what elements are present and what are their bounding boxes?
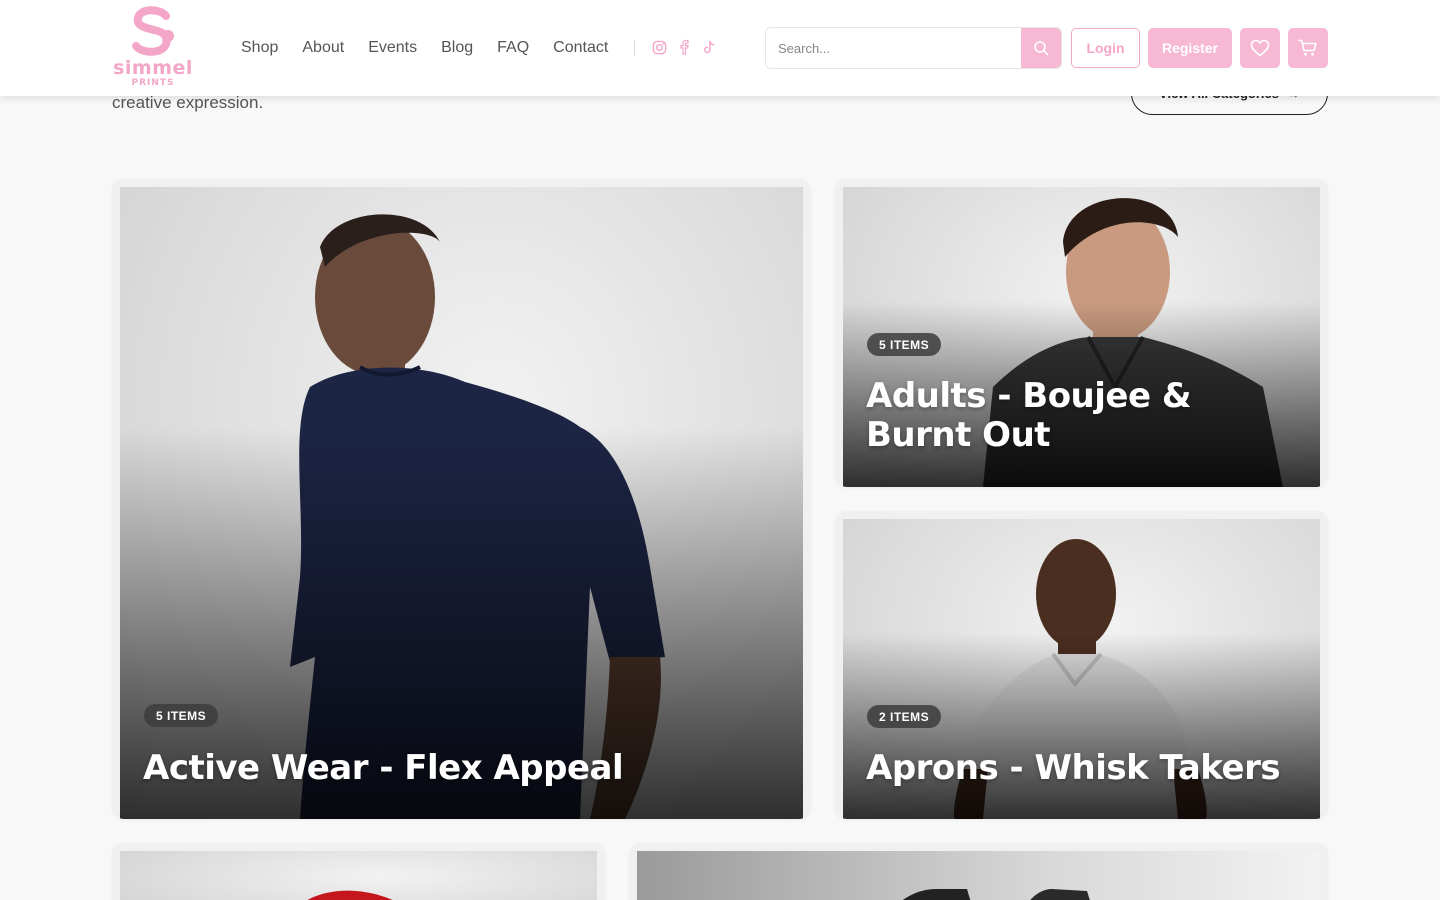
- dark-shirts-figure: [902, 889, 1090, 900]
- item-count-badge: 5 ITEMS: [867, 333, 942, 356]
- heart-icon: [1250, 39, 1270, 57]
- category-card-next-1[interactable]: [112, 843, 605, 900]
- facebook-icon[interactable]: [676, 38, 692, 56]
- social-links: [651, 38, 717, 56]
- login-button[interactable]: Login: [1071, 28, 1140, 68]
- nav-events[interactable]: Events: [368, 37, 417, 59]
- instagram-icon[interactable]: [651, 38, 667, 56]
- nav-shop[interactable]: Shop: [241, 37, 278, 59]
- red-cap-figure: [307, 890, 393, 900]
- category-card-aprons[interactable]: 2 ITEMS Aprons - Whisk Takers: [835, 511, 1328, 819]
- nav-contact[interactable]: Contact: [553, 37, 608, 59]
- nav-faq[interactable]: FAQ: [497, 37, 529, 59]
- category-title: Aprons - Whisk Takers: [866, 748, 1281, 788]
- category-photo: [120, 851, 597, 900]
- nav-about[interactable]: About: [302, 37, 344, 59]
- wishlist-button[interactable]: [1240, 28, 1280, 68]
- site-header: simmel PRINTS Shop About Events Blog FAQ…: [0, 0, 1440, 96]
- category-title: Active Wear - Flex Appeal: [143, 748, 624, 788]
- register-button[interactable]: Register: [1148, 28, 1232, 68]
- search-input[interactable]: [766, 28, 1023, 68]
- search-box: [765, 27, 1062, 69]
- category-photo: [120, 187, 803, 819]
- category-card-next-2[interactable]: [629, 843, 1328, 900]
- search-icon: [1034, 41, 1049, 56]
- item-count-badge: 2 ITEMS: [867, 705, 942, 728]
- nav-blog[interactable]: Blog: [441, 37, 473, 59]
- brand-sub: PRINTS: [131, 78, 175, 88]
- category-card-active-wear[interactable]: 5 ITEMS Active Wear - Flex Appeal: [112, 179, 811, 819]
- main-nav: Shop About Events Blog FAQ Contact: [241, 37, 608, 59]
- tiktok-icon[interactable]: [701, 38, 717, 56]
- brand-name: simmel: [113, 57, 193, 79]
- search-button[interactable]: [1021, 28, 1061, 68]
- brand-logo[interactable]: simmel PRINTS: [112, 6, 194, 90]
- cart-button[interactable]: [1288, 28, 1328, 68]
- nav-divider: [634, 40, 635, 56]
- cart-icon: [1298, 39, 1317, 56]
- category-title: Adults - Boujee & Burnt Out: [866, 376, 1192, 455]
- logo-mark-icon: [132, 6, 174, 56]
- item-count-badge: 5 ITEMS: [144, 704, 219, 727]
- category-photo: [637, 851, 1320, 900]
- category-card-adults[interactable]: 5 ITEMS Adults - Boujee & Burnt Out: [835, 179, 1328, 487]
